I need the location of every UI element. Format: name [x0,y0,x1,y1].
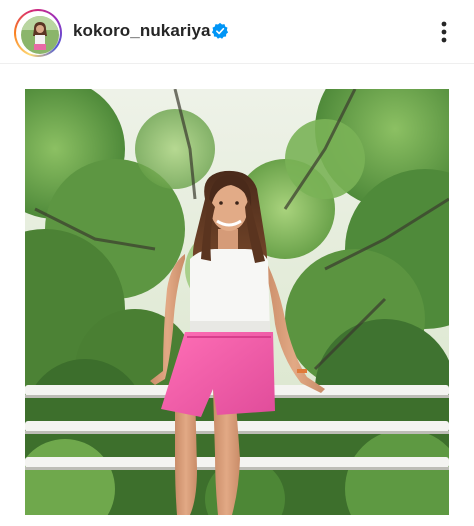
username[interactable]: kokoro_nukariya [73,20,211,42]
post-photo[interactable] [25,89,449,515]
post-header: kokoro_nukariya [0,0,474,64]
avatar[interactable] [21,16,59,54]
more-options-icon[interactable] [432,18,456,46]
profile-avatar-image [21,16,59,54]
avatar-story-ring[interactable] [14,9,62,57]
verified-badge-icon [211,22,229,40]
